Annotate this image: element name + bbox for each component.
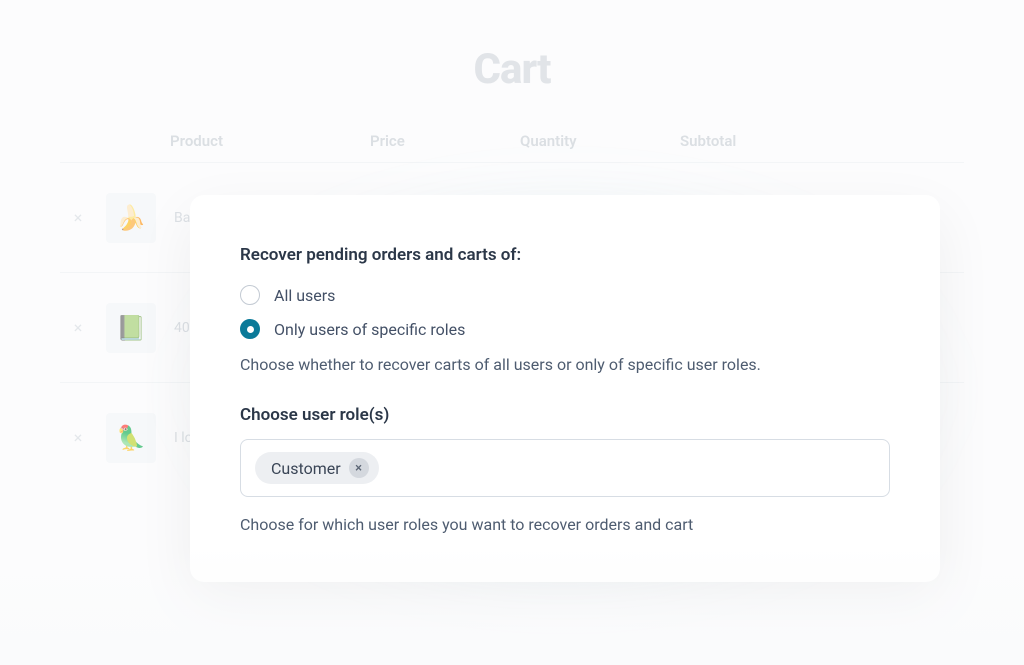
col-header-subtotal: Subtotal [680, 132, 830, 150]
role-field-helper-text: Choose for which user roles you want to … [240, 513, 890, 537]
radio-option-specific-roles[interactable]: Only users of specific roles [240, 319, 890, 339]
remove-item-button[interactable]: × [60, 428, 96, 447]
user-roles-input[interactable]: Customer × [240, 439, 890, 497]
col-header-product: Product [60, 132, 370, 150]
radio-icon [240, 285, 260, 305]
product-thumbnail: 🍌 [106, 193, 156, 243]
table-header: Product Price Quantity Subtotal [60, 120, 964, 162]
role-tag-label: Customer [271, 459, 341, 478]
col-header-price: Price [370, 132, 520, 150]
remove-item-button[interactable]: × [60, 318, 96, 337]
recover-scope-helper-text: Choose whether to recover carts of all u… [240, 353, 890, 377]
role-tag: Customer × [255, 452, 379, 484]
col-header-quantity: Quantity [520, 132, 680, 150]
page-title: Cart [474, 45, 551, 94]
radio-option-all-users[interactable]: All users [240, 285, 890, 305]
recover-scope-radio-group: All users Only users of specific roles [240, 285, 890, 339]
product-thumbnail: 📗 [106, 303, 156, 353]
radio-label: All users [274, 286, 335, 305]
product-thumbnail: 🦜 [106, 413, 156, 463]
role-field-label: Choose user role(s) [240, 405, 890, 425]
modal-title: Recover pending orders and carts of: [240, 245, 890, 265]
radio-icon [240, 319, 260, 339]
settings-modal: Recover pending orders and carts of: All… [190, 195, 940, 582]
radio-label: Only users of specific roles [274, 320, 465, 339]
remove-tag-button[interactable]: × [349, 458, 369, 478]
remove-item-button[interactable]: × [60, 208, 96, 227]
